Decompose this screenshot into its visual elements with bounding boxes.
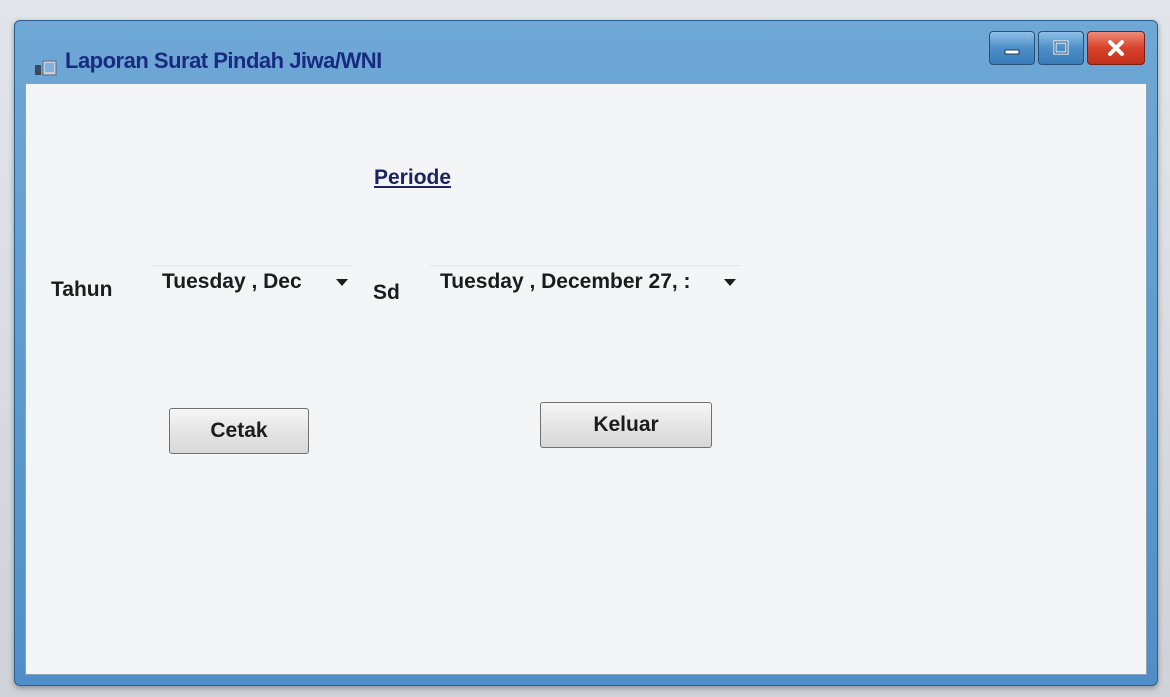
close-button[interactable]: [1087, 31, 1145, 65]
date-from-picker[interactable]: Tuesday , Dec: [152, 265, 352, 298]
minimize-icon: [1004, 49, 1020, 55]
sd-label: Sd: [373, 281, 400, 304]
date-to-picker[interactable]: Tuesday , December 27, :: [430, 265, 740, 298]
cetak-button[interactable]: Cetak: [169, 408, 309, 454]
date-from-value: Tuesday , Dec: [162, 270, 302, 293]
window-title: Laporan Surat Pindah Jiwa/WNI: [65, 48, 382, 73]
minimize-button[interactable]: [989, 31, 1035, 65]
date-to-value: Tuesday , December 27, :: [440, 270, 691, 293]
form-client-area: Periode Tahun Tuesday , Dec Sd Tuesday ,…: [25, 83, 1147, 675]
tahun-label: Tahun: [51, 278, 113, 301]
caption-buttons: [989, 31, 1145, 65]
app-icon: [35, 60, 57, 76]
keluar-button[interactable]: Keluar: [540, 402, 712, 448]
maximize-button[interactable]: [1038, 31, 1084, 65]
app-window: Laporan Surat Pindah Jiwa/WNI Periode Ta…: [14, 20, 1158, 686]
dropdown-arrow-icon[interactable]: [724, 279, 736, 286]
maximize-icon: [1053, 40, 1069, 55]
close-icon: [1108, 40, 1124, 56]
title-bar[interactable]: Laporan Surat Pindah Jiwa/WNI: [15, 21, 1157, 83]
dropdown-arrow-icon[interactable]: [336, 279, 348, 286]
periode-label: Periode: [374, 166, 452, 189]
